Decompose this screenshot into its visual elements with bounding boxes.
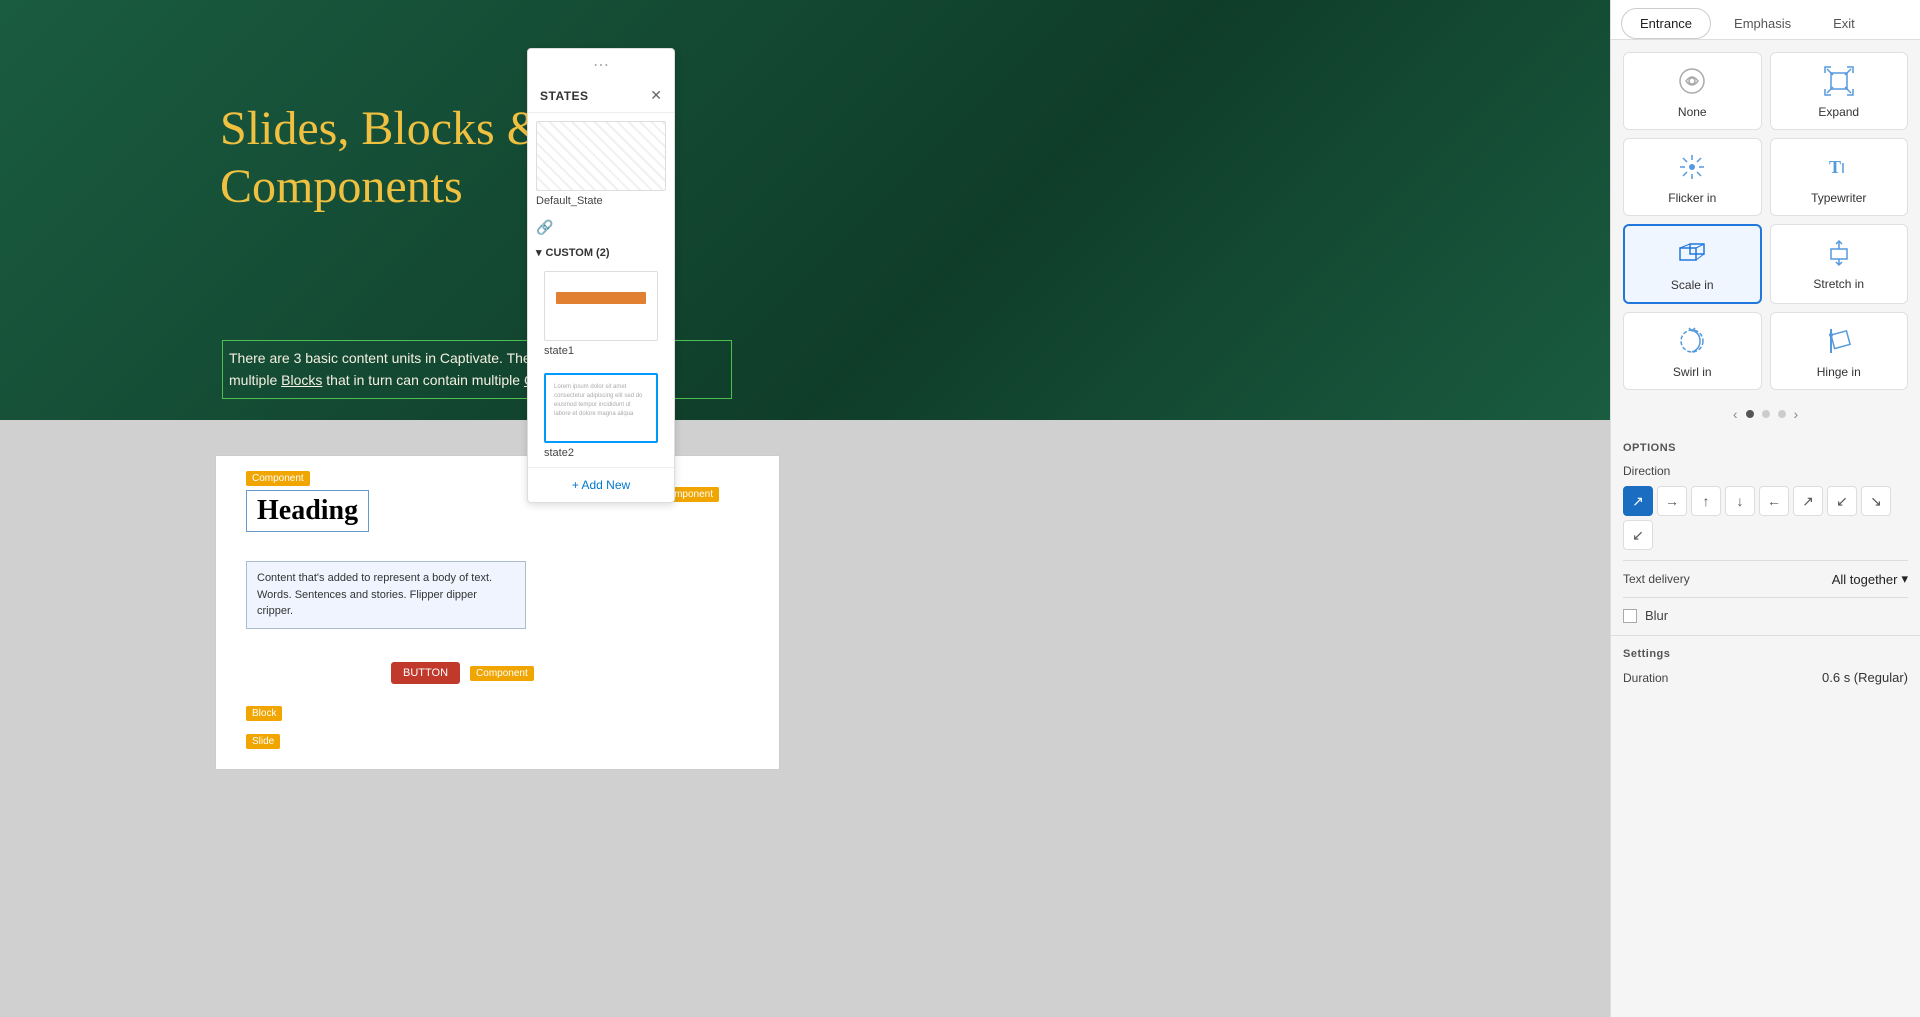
dir-diagonal-tl[interactable]: ↗ [1623, 486, 1653, 516]
options-title: OPTIONS [1623, 442, 1908, 454]
dir-diagonal-bl[interactable]: ↙ [1827, 486, 1857, 516]
scale-icon [1674, 236, 1710, 272]
slide-background: Slides, Blocks &Components There are 3 b… [0, 0, 1610, 420]
state-label-state2: state2 [544, 447, 658, 459]
dir-extra[interactable]: ↙ [1623, 520, 1653, 550]
anim-typewriter-label: Typewriter [1811, 191, 1866, 205]
anim-flicker-label: Flicker in [1668, 191, 1716, 205]
options-section: OPTIONS Direction ↗ → ↑ ↓ ← ↗ ↙ ↘ ↙ Text… [1611, 430, 1920, 635]
anim-scale-in[interactable]: Scale in [1623, 224, 1762, 304]
canvas-area: Slides, Blocks &Components There are 3 b… [0, 0, 1610, 1017]
settings-title: Settings [1623, 648, 1908, 660]
anim-swirl-label: Swirl in [1673, 365, 1712, 379]
anim-expand-label: Expand [1818, 105, 1859, 119]
text-delivery-value: All together [1832, 572, 1898, 587]
anim-expand[interactable]: Expand [1770, 52, 1909, 130]
tab-emphasis[interactable]: Emphasis [1715, 8, 1810, 39]
dir-left[interactable]: ← [1759, 486, 1789, 516]
state-label-default: Default_State [536, 195, 666, 207]
divider-2 [1623, 597, 1908, 598]
slide-preview: Component Heading Component Content that… [215, 455, 780, 770]
badge-slide: Slide [246, 734, 280, 749]
states-close-button[interactable]: ✕ [650, 87, 662, 104]
state-thumb-state1 [544, 271, 658, 341]
flicker-icon [1674, 149, 1710, 185]
page-dot-2[interactable] [1762, 410, 1770, 418]
animation-grid: None Expand [1611, 40, 1920, 402]
state-item-default[interactable]: Default_State [528, 113, 674, 215]
animation-tabs: Entrance Emphasis Exit [1611, 0, 1920, 40]
state-item-state2[interactable]: Lorem ipsum dolor sit amet consectetur a… [536, 365, 666, 467]
pagination: ‹ › [1611, 402, 1920, 430]
dir-up[interactable]: ↑ [1691, 486, 1721, 516]
dir-diagonal-br[interactable]: ↘ [1861, 486, 1891, 516]
duration-row: Duration 0.6 s (Regular) [1623, 670, 1908, 685]
typewriter-icon: T [1821, 149, 1857, 185]
states-title: STATES [540, 89, 589, 103]
text-delivery-select[interactable]: All together ▾ [1832, 571, 1908, 587]
badge-component-1: Component [246, 471, 310, 486]
blur-row: Blur [1623, 608, 1908, 623]
add-new-button[interactable]: + Add New [528, 467, 674, 502]
anim-scale-label: Scale in [1671, 278, 1714, 292]
dir-diagonal-tr[interactable]: ↗ [1793, 486, 1823, 516]
tab-exit[interactable]: Exit [1814, 8, 1874, 39]
anim-stretch-label: Stretch in [1813, 277, 1864, 291]
anim-flicker-in[interactable]: Flicker in [1623, 138, 1762, 216]
state-thumb-state2: Lorem ipsum dolor sit amet consectetur a… [544, 373, 658, 443]
text-delivery-label: Text delivery [1623, 572, 1690, 586]
badge-block: Block [246, 706, 282, 721]
custom-header: ▾ CUSTOM (2) [536, 246, 666, 259]
states-header: STATES ✕ [528, 77, 674, 113]
text-delivery-row: Text delivery All together ▾ [1623, 571, 1908, 587]
tab-entrance[interactable]: Entrance [1621, 8, 1711, 39]
chevron-down-icon: ▾ [1901, 571, 1908, 587]
anim-stretch-in[interactable]: Stretch in [1770, 224, 1909, 304]
slide-heading: Slides, Blocks &Components [220, 100, 544, 215]
link-icon: 🔗 [528, 215, 674, 240]
preview-button: BUTTON [391, 662, 460, 684]
anim-none-label: None [1678, 105, 1707, 119]
next-page[interactable]: › [1794, 406, 1799, 422]
custom-section: ▾ CUSTOM (2) state1 Lorem ipsum dolor si… [528, 240, 674, 467]
page-dot-3[interactable] [1778, 410, 1786, 418]
badge-component-3: Component [470, 666, 534, 681]
state-item-state1[interactable]: state1 [536, 263, 666, 365]
direction-label: Direction [1623, 464, 1908, 478]
hinge-icon [1821, 323, 1857, 359]
divider-1 [1623, 560, 1908, 561]
swirl-icon [1674, 323, 1710, 359]
direction-grid: ↗ → ↑ ↓ ← ↗ ↙ ↘ ↙ [1623, 486, 1908, 550]
custom-label: CUSTOM (2) [546, 247, 610, 259]
expand-icon [1821, 63, 1857, 99]
dir-down[interactable]: ↓ [1725, 486, 1755, 516]
anim-hinge-in[interactable]: Hinge in [1770, 312, 1909, 390]
anim-none[interactable]: None [1623, 52, 1762, 130]
preview-heading: Heading [257, 495, 358, 526]
duration-label: Duration [1623, 671, 1668, 685]
stretch-icon [1821, 235, 1857, 271]
anim-typewriter[interactable]: T Typewriter [1770, 138, 1909, 216]
dir-right[interactable]: → [1657, 486, 1687, 516]
page-dot-1[interactable] [1746, 410, 1754, 418]
svg-text:T: T [1829, 157, 1841, 177]
preview-heading-box: Heading [246, 490, 369, 532]
blur-label: Blur [1645, 608, 1668, 623]
preview-content-text: Content that's added to represent a body… [257, 572, 492, 617]
prev-page[interactable]: ‹ [1733, 406, 1738, 422]
state-label-state1: state1 [544, 345, 658, 357]
settings-section: Settings Duration 0.6 s (Regular) [1611, 635, 1920, 697]
state-thumb-default [536, 121, 666, 191]
right-panel: Entrance Emphasis Exit None [1610, 0, 1920, 1017]
duration-value: 0.6 s (Regular) [1822, 670, 1908, 685]
states-panel: ⋯ STATES ✕ Default_State 🔗 ▾ CUSTOM (2) … [527, 48, 675, 503]
blur-checkbox[interactable] [1623, 609, 1637, 623]
chevron-down-icon: ▾ [536, 246, 542, 259]
none-icon [1674, 63, 1710, 99]
anim-swirl-in[interactable]: Swirl in [1623, 312, 1762, 390]
anim-hinge-label: Hinge in [1817, 365, 1861, 379]
drag-handle[interactable]: ⋯ [528, 49, 674, 77]
preview-content-box: Content that's added to represent a body… [246, 561, 526, 629]
